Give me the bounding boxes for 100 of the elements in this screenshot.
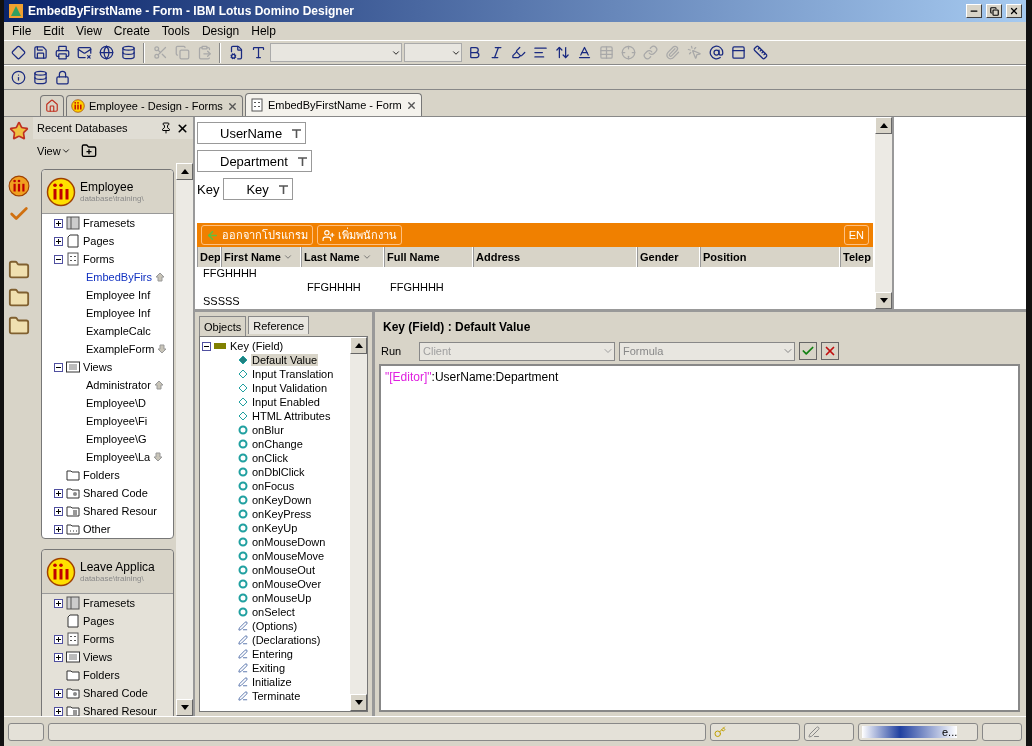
scroll-down-button[interactable]: [350, 694, 367, 711]
tree-item[interactable]: Folders: [83, 469, 120, 481]
pin-icon[interactable]: [160, 122, 172, 134]
menu-item[interactable]: Edit: [37, 24, 71, 38]
folder-icon[interactable]: [7, 259, 30, 281]
tree-item[interactable]: Input Translation: [251, 368, 335, 380]
accept-button[interactable]: [799, 342, 817, 360]
tab[interactable]: Employee - Design - Forms: [66, 95, 243, 116]
status-segment[interactable]: [982, 722, 1022, 741]
tree-item[interactable]: Input Validation: [251, 382, 329, 394]
dropdown-field[interactable]: [404, 43, 462, 62]
tree-item[interactable]: Employee\D: [86, 397, 146, 409]
tree-item[interactable]: onMouseDown: [251, 536, 327, 548]
tree-item[interactable]: HTML Attributes: [251, 410, 332, 422]
tree-item[interactable]: onMouseOver: [251, 578, 323, 590]
scroll-up-button[interactable]: [875, 117, 892, 134]
restore-button[interactable]: [986, 4, 1002, 18]
code-editor[interactable]: "[Editor]":UserName:Department: [379, 364, 1020, 712]
tab[interactable]: [40, 95, 64, 116]
tree-item[interactable]: Key (Field): [229, 340, 285, 352]
form-field[interactable]: Key: [223, 178, 293, 200]
tree-item[interactable]: onMouseMove: [251, 550, 326, 562]
tab[interactable]: EmbedByFirstName - Form: [244, 93, 422, 116]
collapse-toggle[interactable]: [202, 341, 211, 351]
tree-item[interactable]: onDblClick: [251, 466, 306, 478]
close-icon[interactable]: [176, 121, 189, 135]
form-field[interactable]: UserName: [197, 122, 307, 144]
scrollbar[interactable]: [350, 337, 367, 711]
expand-toggle[interactable]: [54, 524, 63, 534]
expand-toggle[interactable]: [54, 506, 63, 516]
tree-item[interactable]: Shared Code: [83, 687, 148, 699]
tree-item[interactable]: Other: [83, 523, 111, 535]
arrow-up-icon[interactable]: [153, 380, 164, 390]
tree-item[interactable]: onKeyUp: [251, 522, 299, 534]
tree-item[interactable]: Input Enabled: [251, 396, 321, 408]
column-header[interactable]: First Name: [221, 247, 301, 267]
arrow-down-icon[interactable]: [157, 344, 168, 354]
tree-item[interactable]: Administrator: [86, 379, 151, 391]
database-card[interactable]: Leave Applica database\training\ Framesets Pages Forms Views Folders Shared Code Shared Resour: [41, 549, 174, 716]
scroll-up-button[interactable]: [176, 163, 193, 180]
tree-item[interactable]: Shared Resour: [83, 505, 157, 517]
tree-item[interactable]: onClick: [251, 452, 290, 464]
column-header[interactable]: Gender: [637, 247, 700, 267]
tree-item[interactable]: Pages: [83, 615, 115, 627]
scrollbar[interactable]: [176, 163, 193, 716]
tree-item[interactable]: onMouseOut: [251, 564, 316, 576]
tree-item[interactable]: onKeyPress: [251, 508, 313, 520]
tree-item[interactable]: onSelect: [251, 606, 296, 618]
menu-item[interactable]: Create: [107, 24, 156, 38]
expand-toggle[interactable]: [54, 236, 63, 246]
close-icon[interactable]: [405, 99, 417, 111]
tab[interactable]: Reference: [248, 316, 310, 334]
database-card[interactable]: [41, 169, 174, 539]
arrow-up-icon[interactable]: [155, 272, 166, 282]
menu-item[interactable]: Design: [195, 24, 246, 38]
tree-item[interactable]: (Declarations): [251, 634, 322, 646]
expand-toggle[interactable]: [54, 706, 63, 716]
tree-item[interactable]: onMouseUp: [251, 592, 313, 604]
scroll-down-button[interactable]: [176, 699, 193, 716]
expand-toggle[interactable]: [54, 218, 63, 228]
menu-item[interactable]: Tools: [155, 24, 196, 38]
tree-item[interactable]: Folders: [83, 669, 120, 681]
tree-item[interactable]: Exiting: [251, 662, 287, 674]
tree-item[interactable]: Terminate: [251, 690, 302, 702]
view-menu-button[interactable]: View: [37, 145, 71, 157]
tree-item[interactable]: Entering: [251, 648, 294, 660]
tree-item[interactable]: Shared Code: [83, 487, 148, 499]
status-segment[interactable]: e...: [858, 722, 978, 741]
tree-item[interactable]: Default Value: [251, 354, 319, 366]
scrollbar[interactable]: [875, 117, 892, 309]
expand-toggle[interactable]: [54, 488, 63, 498]
cancel-button[interactable]: [821, 342, 839, 360]
menu-item[interactable]: Help: [245, 24, 282, 38]
tree-item[interactable]: Shared Resour: [83, 705, 157, 716]
tree-item[interactable]: Initialize: [251, 676, 293, 688]
tree-item[interactable]: Framesets: [83, 217, 135, 229]
new-folder-icon[interactable]: [80, 143, 97, 159]
scroll-up-button[interactable]: [350, 337, 367, 354]
minimize-button[interactable]: [966, 4, 982, 18]
expand-toggle[interactable]: [54, 598, 63, 608]
expand-toggle[interactable]: [54, 652, 63, 662]
tree-item[interactable]: onBlur: [251, 424, 285, 436]
collapse-toggle[interactable]: [54, 362, 63, 372]
tree-item[interactable]: Employee Inf: [86, 307, 151, 319]
column-header[interactable]: Position: [700, 247, 840, 267]
arrow-down-icon[interactable]: [153, 452, 164, 462]
scroll-down-button[interactable]: [875, 292, 892, 309]
tree-item[interactable]: onKeyDown: [251, 494, 313, 506]
tree-item[interactable]: Forms: [83, 633, 115, 645]
folder-icon[interactable]: [7, 315, 30, 337]
tree-item[interactable]: EmbedByFirs: [86, 271, 153, 283]
star-icon[interactable]: [8, 121, 29, 141]
menu-item[interactable]: File: [6, 24, 38, 38]
tree-item[interactable]: onFocus: [251, 480, 296, 492]
column-header[interactable]: Address: [473, 247, 637, 267]
tree-item[interactable]: Employee\G: [86, 433, 147, 445]
tree-item[interactable]: ExampleForm: [86, 343, 155, 355]
tree-item[interactable]: Employee\La: [86, 451, 151, 463]
expand-toggle[interactable]: [54, 634, 63, 644]
tree-item[interactable]: ExampleCalc: [86, 325, 151, 337]
